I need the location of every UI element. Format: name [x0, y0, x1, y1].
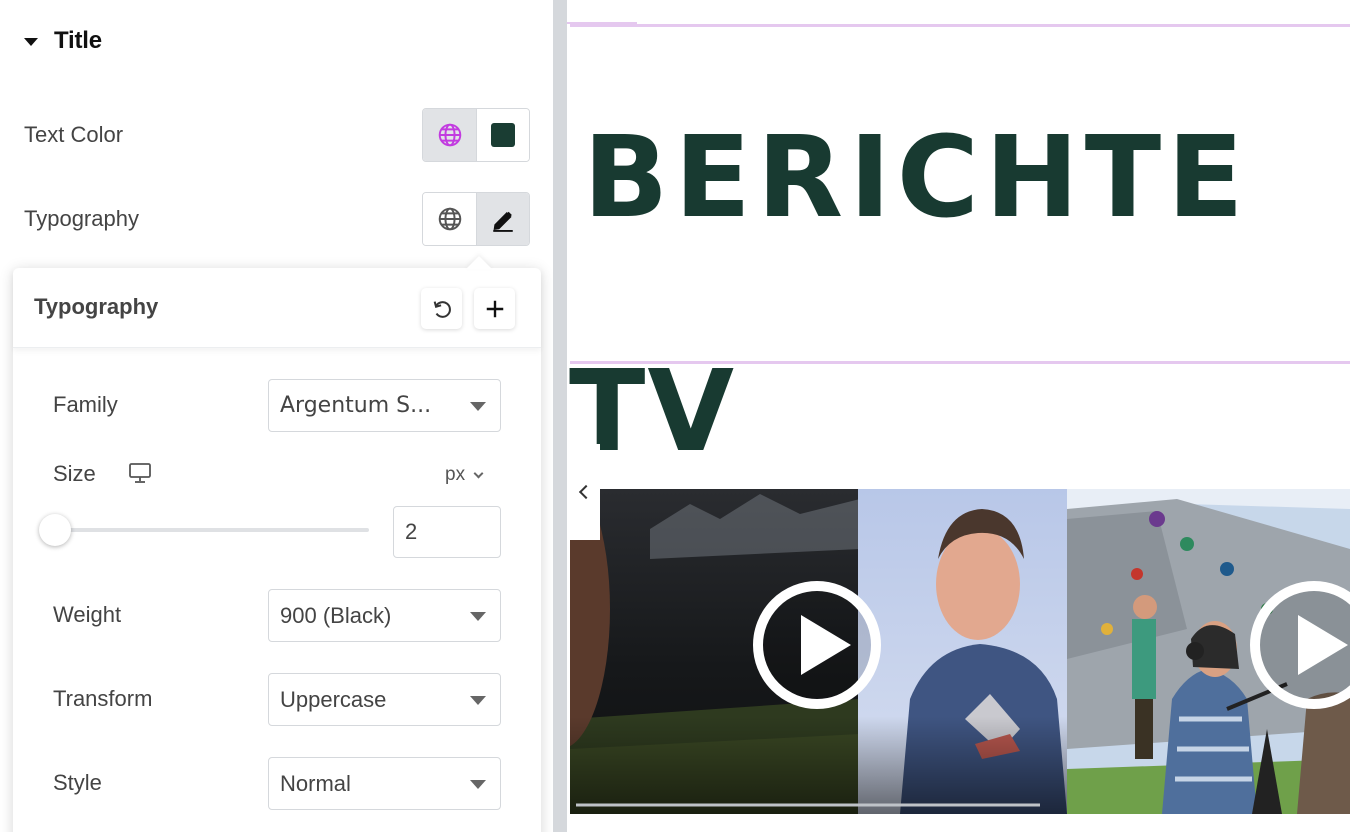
chevron-down-icon: [473, 468, 484, 478]
transform-label: Transform: [53, 686, 153, 711]
color-picker-button[interactable]: [476, 109, 529, 161]
chevron-left-icon: [578, 484, 593, 500]
weight-label: Weight: [53, 602, 122, 627]
color-swatch: [491, 123, 515, 147]
text-color-label: Text Color: [24, 122, 124, 147]
section-title: Title: [54, 27, 102, 54]
reset-icon: [433, 300, 451, 318]
video-thumbnail-2[interactable]: [1067, 489, 1350, 814]
transform-select[interactable]: Uppercase: [268, 673, 501, 726]
caret-down-icon: [470, 780, 486, 789]
caret-down-icon: [24, 38, 38, 46]
caret-down-icon: [470, 402, 486, 411]
panel-resize-handle[interactable]: [553, 0, 567, 832]
global-colors-button[interactable]: [423, 109, 476, 161]
style-label: Style: [53, 770, 102, 795]
globe-icon: [438, 123, 461, 147]
typography-label: Typography: [24, 206, 139, 231]
family-select[interactable]: Argentum S...: [268, 379, 501, 432]
reset-button[interactable]: [421, 288, 462, 329]
editor-window: Title Text Color Typography Typography F…: [0, 0, 1350, 832]
settings-panel: Title Text Color Typography Typography F…: [0, 0, 553, 832]
plus-icon: [486, 300, 503, 317]
play-triangle: [1298, 615, 1348, 675]
video-thumbnail-1[interactable]: [570, 489, 1067, 814]
size-slider-handle[interactable]: [39, 514, 71, 546]
transform-value: Uppercase: [280, 686, 387, 712]
unit-value: px: [445, 464, 466, 485]
edit-typography-button[interactable]: [476, 193, 529, 245]
heading-berichte[interactable]: BERICHTE: [583, 122, 1250, 234]
play-icon[interactable]: [753, 581, 881, 709]
family-label: Family: [53, 392, 118, 417]
caret-down-icon: [470, 612, 486, 621]
style-select[interactable]: Normal: [268, 757, 501, 810]
globe-icon: [438, 207, 461, 231]
typography-popover: Typography Family Argentum S... Size px …: [13, 268, 541, 832]
weight-value: 900 (Black): [280, 602, 392, 628]
popover-header: Typography: [13, 268, 541, 348]
desktop-icon[interactable]: [128, 462, 152, 489]
global-typography-button[interactable]: [423, 193, 476, 245]
add-button[interactable]: [474, 288, 515, 329]
typography-control: Typography: [24, 192, 530, 246]
text-color-buttons: [422, 108, 530, 162]
pencil-icon: [493, 211, 513, 232]
style-value: Normal: [280, 770, 351, 796]
size-input[interactable]: [393, 506, 501, 558]
size-label: Size: [53, 461, 96, 486]
popover-title: Typography: [34, 294, 159, 319]
divider-line-top: [570, 24, 1350, 27]
page-preview: BERICHTE TV: [567, 0, 1350, 832]
caret-down-icon: [470, 696, 486, 705]
section-toggle-title[interactable]: Title: [24, 26, 102, 56]
unit-select[interactable]: px: [445, 464, 484, 486]
size-slider-track[interactable]: [55, 528, 369, 532]
family-value: Argentum S...: [280, 393, 432, 418]
weight-select[interactable]: 900 (Black): [268, 589, 501, 642]
popover-arrow: [466, 256, 492, 269]
typography-buttons: [422, 192, 530, 246]
text-color-control: Text Color: [24, 108, 530, 162]
play-triangle: [801, 615, 851, 675]
collapse-panel-button[interactable]: [567, 444, 600, 540]
